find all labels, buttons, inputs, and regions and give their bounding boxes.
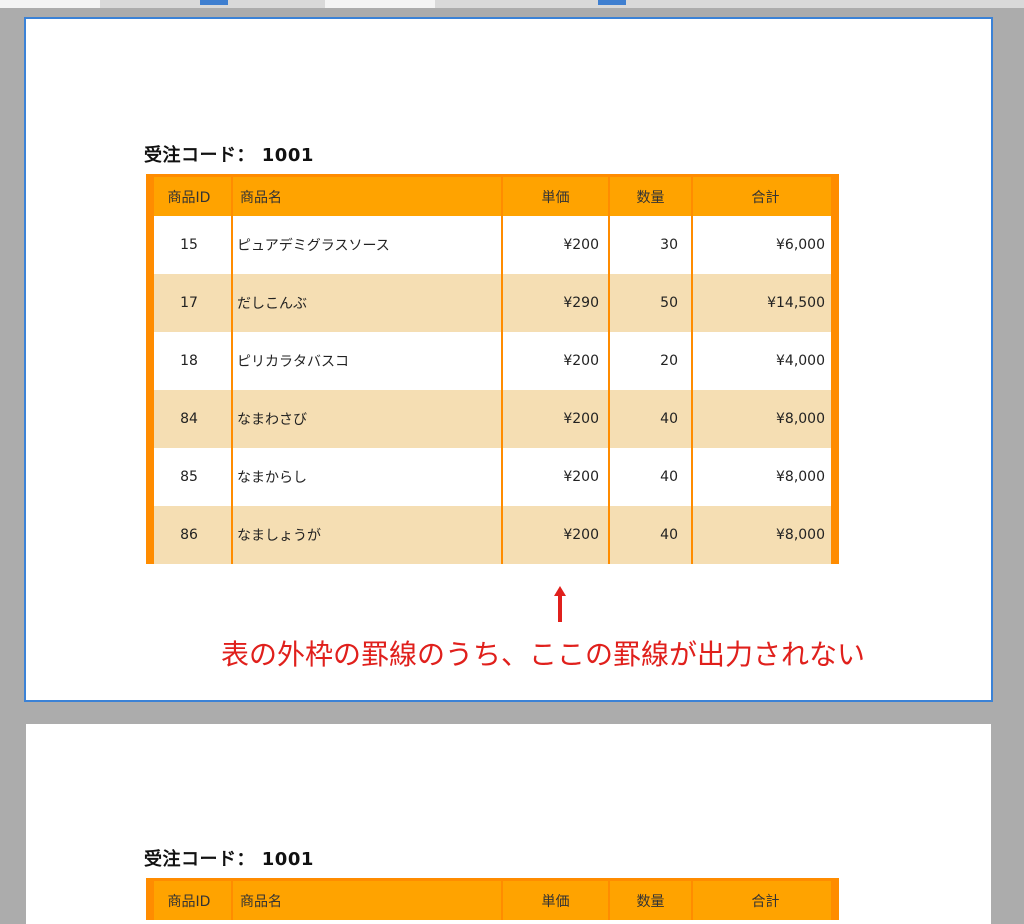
cell-total: ¥4,000 xyxy=(776,353,825,369)
header-product-id: 商品ID xyxy=(167,893,211,910)
table-row: 84 なまわさび ¥200 40 ¥8,000 xyxy=(146,390,839,448)
cell-total: ¥8,000 xyxy=(776,469,825,485)
header-quantity: 数量 xyxy=(636,893,665,910)
cell-product-id: 84 xyxy=(180,411,198,427)
cell-unit-price: ¥200 xyxy=(563,237,599,253)
cell-product-name: ピリカラタバスコ xyxy=(237,354,349,370)
cell-product-name: なましょうが xyxy=(237,528,321,544)
column-divider xyxy=(501,174,503,564)
cell-product-id: 85 xyxy=(180,469,198,485)
cell-unit-price: ¥290 xyxy=(563,295,599,311)
cell-quantity: 30 xyxy=(660,237,678,253)
column-divider xyxy=(608,174,610,564)
up-arrow-icon xyxy=(554,586,566,622)
table-row: 86 なましょうが ¥200 40 ¥8,000 xyxy=(146,506,839,564)
cell-product-id: 86 xyxy=(180,527,198,543)
cell-quantity: 40 xyxy=(660,411,678,427)
cell-quantity: 50 xyxy=(660,295,678,311)
cell-product-name: なまからし xyxy=(237,470,307,486)
header-product-name: 商品名 xyxy=(240,189,282,206)
column-divider xyxy=(231,174,233,564)
cell-unit-price: ¥200 xyxy=(563,527,599,543)
toolbar-indicator xyxy=(598,0,626,5)
cell-total: ¥8,000 xyxy=(776,527,825,543)
header-product-name: 商品名 xyxy=(240,893,282,910)
print-preview-page-1: 受注コード： 1001 商品ID 商品名 単価 数量 合計 15 ピュアデミグラ… xyxy=(24,17,993,702)
cell-total: ¥8,000 xyxy=(776,411,825,427)
table-header-row: 商品ID 商品名 単価 数量 合計 xyxy=(146,174,839,216)
cell-unit-price: ¥200 xyxy=(563,353,599,369)
table-row: 18 ピリカラタバスコ ¥200 20 ¥4,000 xyxy=(146,332,839,390)
annotation-text: 表の外枠の罫線のうち、ここの罫線が出力されない xyxy=(221,638,866,671)
table-left-border xyxy=(146,174,154,564)
cell-quantity: 20 xyxy=(660,353,678,369)
cell-unit-price: ¥200 xyxy=(563,469,599,485)
cell-product-id: 17 xyxy=(180,295,198,311)
header-product-id: 商品ID xyxy=(167,189,211,206)
header-unit-price: 単価 xyxy=(541,189,570,206)
cell-total: ¥6,000 xyxy=(776,237,825,253)
toolbar-indicator xyxy=(200,0,228,5)
cell-product-name: なまわさび xyxy=(237,412,307,428)
table-row: 15 ピュアデミグラスソース ¥200 30 ¥6,000 xyxy=(146,216,839,274)
order-code-title: 受注コード： 1001 xyxy=(144,145,314,166)
header-unit-price: 単価 xyxy=(541,893,570,910)
header-quantity: 数量 xyxy=(636,189,665,206)
order-detail-table: 商品ID 商品名 単価 数量 合計 15 ピュアデミグラスソース ¥200 30… xyxy=(146,174,839,564)
viewer-toolbar-strip xyxy=(0,0,1024,8)
cell-product-id: 15 xyxy=(180,237,198,253)
table-right-border xyxy=(831,174,839,564)
cell-unit-price: ¥200 xyxy=(563,411,599,427)
toolbar-segment xyxy=(325,0,435,8)
column-divider xyxy=(691,174,693,564)
cell-total: ¥14,500 xyxy=(767,295,825,311)
header-total: 合計 xyxy=(751,189,780,206)
table-row: 17 だしこんぶ ¥290 50 ¥14,500 xyxy=(146,274,839,332)
cell-product-name: ピュアデミグラスソース xyxy=(237,238,390,254)
header-total: 合計 xyxy=(751,893,780,910)
cell-product-name: だしこんぶ xyxy=(237,296,307,312)
cell-quantity: 40 xyxy=(660,469,678,485)
cell-quantity: 40 xyxy=(660,527,678,543)
order-code-title: 受注コード： 1001 xyxy=(144,849,314,870)
print-preview-page-2: 受注コード： 1001 商品ID 商品名 単価 数量 合計 xyxy=(26,724,991,924)
table-row: 85 なまからし ¥200 40 ¥8,000 xyxy=(146,448,839,506)
toolbar-segment xyxy=(0,0,100,8)
cell-product-id: 18 xyxy=(180,353,198,369)
